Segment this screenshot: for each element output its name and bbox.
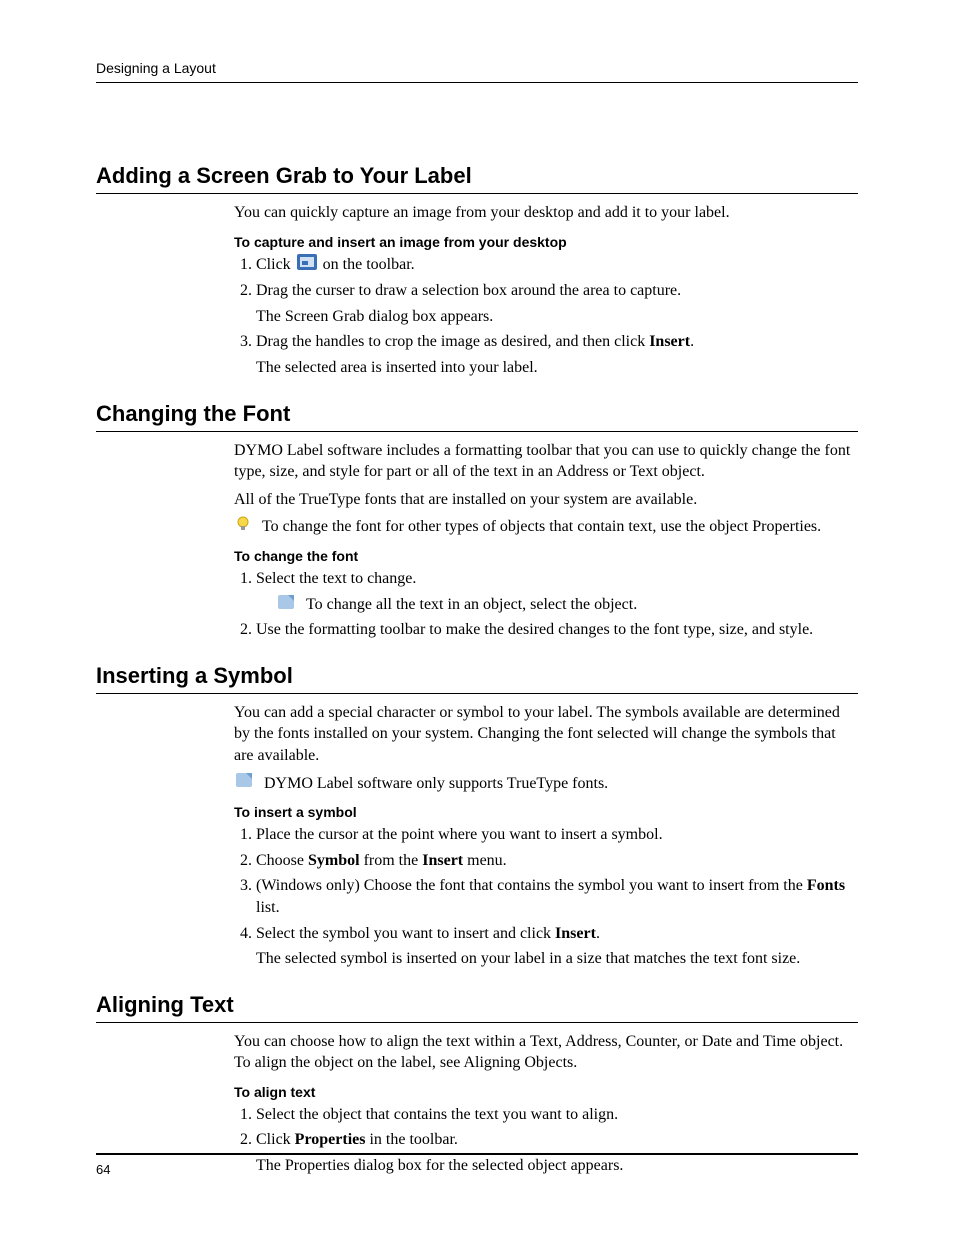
list-item: Use the formatting toolbar to make the d… [256,619,858,641]
lightbulb-icon [236,516,250,537]
step-result: The Screen Grab dialog box appears. [256,306,858,328]
heading-changing-font: Changing the Font [96,401,858,432]
step-result: The selected area is inserted into your … [256,357,858,379]
section1-subhead: To capture and insert an image from your… [234,234,858,250]
sub-note-text: To change all the text in an object, sel… [306,594,858,616]
note-row: DYMO Label software only supports TrueTy… [234,773,858,795]
step-text: list. [256,899,280,916]
step-text: . [690,333,694,350]
running-head: Designing a Layout [96,60,858,83]
fonts-keyword: Fonts [807,877,845,894]
section2-body: DYMO Label software includes a formattin… [234,440,858,641]
step-text: Drag the curser to draw a selection box … [256,282,681,299]
section3-intro: You can add a special character or symbo… [234,702,858,767]
section1-intro: You can quickly capture an image from yo… [234,202,858,224]
note-icon [278,594,294,616]
step-text: from the [360,852,423,869]
step-text: Drag the handles to crop the image as de… [256,333,649,350]
main-content: Adding a Screen Grab to Your Label You c… [96,83,858,1177]
heading-aligning-text: Aligning Text [96,992,858,1023]
list-item: (Windows only) Choose the font that cont… [256,875,858,918]
note-icon [236,773,252,792]
list-item: Place the cursor at the point where you … [256,824,858,846]
note-text: DYMO Label software only supports TrueTy… [264,773,858,795]
symbol-keyword: Symbol [308,852,360,869]
step-text: Use the formatting toolbar to make the d… [256,621,813,638]
list-item: Choose Symbol from the Insert menu. [256,850,858,872]
insert-keyword: Insert [555,925,596,942]
section1-steps: Click on the toolbar. Drag the curser to… [234,254,858,379]
step-text: on the toolbar. [319,256,415,273]
step-text: Select the symbol you want to insert and… [256,925,555,942]
section2-steps: Select the text to change. To change all… [234,568,858,641]
insert-keyword: Insert [422,852,463,869]
section4-subhead: To align text [234,1084,858,1100]
step-text: . [596,925,600,942]
section4-steps: Select the object that contains the text… [234,1104,858,1177]
page-number: 64 [96,1162,110,1177]
list-item: Select the symbol you want to insert and… [256,923,858,970]
properties-keyword: Properties [295,1131,366,1148]
step-text: Select the text to change. [256,570,416,587]
step-result: The selected symbol is inserted on your … [256,948,858,970]
step-result: The Properties dialog box for the select… [256,1155,858,1177]
section2-intro1: DYMO Label software includes a formattin… [234,440,858,483]
list-item: Drag the handles to crop the image as de… [256,331,858,378]
step-text: Place the cursor at the point where you … [256,826,663,843]
section1-body: You can quickly capture an image from yo… [234,202,858,379]
step-text: Click [256,256,295,273]
section3-subhead: To insert a symbol [234,804,858,820]
footer-rule [96,1153,858,1155]
section3-body: You can add a special character or symbo… [234,702,858,970]
step-text: (Windows only) Choose the font that cont… [256,877,807,894]
section2-subhead: To change the font [234,548,858,564]
step-text: Choose [256,852,308,869]
list-item: Select the object that contains the text… [256,1104,858,1126]
section3-steps: Place the cursor at the point where you … [234,824,858,970]
page: Designing a Layout Adding a Screen Grab … [0,0,954,1235]
heading-inserting-symbol: Inserting a Symbol [96,663,858,694]
tip-text: To change the font for other types of ob… [262,516,858,538]
section4-intro: You can choose how to align the text wit… [234,1031,858,1074]
section2-intro2: All of the TrueType fonts that are insta… [234,489,858,511]
list-item: Click on the toolbar. [256,254,858,277]
insert-keyword: Insert [649,333,690,350]
tip-row: To change the font for other types of ob… [234,516,858,538]
screen-grab-icon [297,254,317,277]
step-text: Click [256,1131,295,1148]
step-text: menu. [463,852,507,869]
sub-note: To change all the text in an object, sel… [276,594,858,616]
step-text: Select the object that contains the text… [256,1106,618,1123]
step-text: in the toolbar. [365,1131,457,1148]
heading-adding-screen-grab: Adding a Screen Grab to Your Label [96,163,858,194]
list-item: Select the text to change. To change all… [256,568,858,615]
list-item: Drag the curser to draw a selection box … [256,280,858,327]
